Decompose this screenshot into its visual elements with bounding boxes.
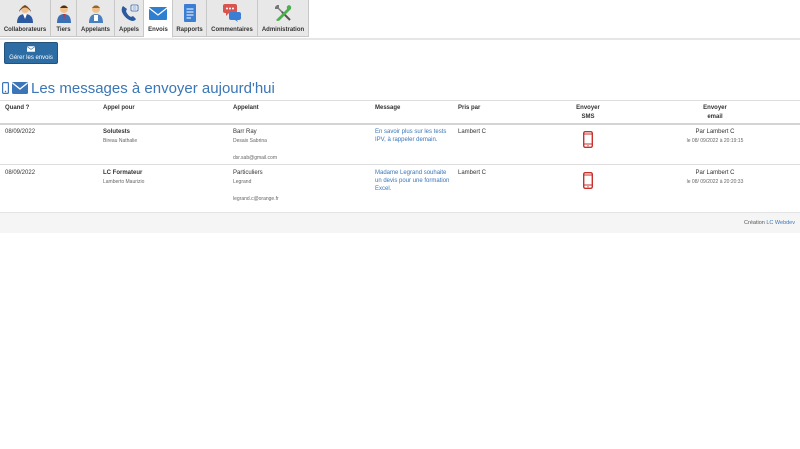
column-header-appel-pour: Appel pour	[103, 105, 135, 111]
cell-quand: 08/09/2022	[5, 170, 36, 176]
tab-tiers[interactable]: Tiers	[51, 0, 77, 37]
column-header-envoyer-sms: Envoyer SMS	[563, 104, 613, 122]
header-line: Envoyer	[576, 105, 600, 111]
cell-pris-par: Lambert C	[458, 170, 487, 176]
tab-collaborateurs[interactable]: Collaborateurs	[0, 0, 51, 37]
person-icon	[56, 5, 71, 23]
cell-message[interactable]: Madame Legrand souhaite un devis pour un…	[375, 169, 449, 193]
tab-envois[interactable]: Envois	[144, 0, 173, 38]
cell-email-date: le 08/ 09/2022 à 20:20:33	[686, 179, 744, 185]
cell-appel-pour: Solutests	[103, 129, 131, 135]
caller-icon	[88, 5, 103, 23]
tab-label: Commentaires	[211, 27, 253, 33]
mobile-icon[interactable]	[583, 172, 593, 189]
manage-sends-button[interactable]: Gérer les envois	[4, 42, 58, 64]
message-line: IPV, à rappeler demain.	[375, 137, 438, 143]
tab-label: Administration	[261, 27, 305, 33]
nav-divider	[0, 38, 800, 40]
tab-appels[interactable]: Appels	[115, 0, 144, 37]
cell-pris-par: Lambert C	[458, 129, 487, 135]
cell-email-sender: Par Lambert C	[695, 129, 735, 135]
cell-appelant: Barr Ray	[233, 129, 257, 135]
header-line: email	[707, 114, 723, 120]
cell-appel-pour: LC Formateur	[103, 170, 143, 176]
users-icon	[17, 5, 33, 23]
page-title-text: Les messages à envoyer aujourd'hui	[31, 79, 275, 97]
column-header-envoyer-email: Envoyer email	[690, 104, 740, 122]
tab-commentaires[interactable]: Commentaires	[207, 0, 258, 37]
message-line: un devis pour une formation	[375, 178, 450, 184]
cell-appelant-email: dsr.sab@gmail.com	[233, 155, 277, 161]
footer-link[interactable]: LC Webdev	[766, 220, 795, 226]
cell-email-date: le 08/ 09/2022 à 20:19:15	[686, 138, 744, 144]
message-line: En savoir plus sur les tests	[375, 129, 447, 135]
cell-appelant-email: legrand.c@orange.fr	[233, 196, 279, 202]
phone-icon	[121, 4, 139, 21]
manage-sends-label: Gérer les envois	[9, 55, 53, 61]
cell-email-sender: Par Lambert C	[695, 170, 735, 176]
cell-appelant-contact: Legrand	[233, 179, 252, 185]
message-line: Madame Legrand souhaite	[375, 170, 447, 176]
tools-icon	[275, 5, 292, 21]
footer-prefix: Création	[744, 220, 765, 226]
cell-appel-pour-contact: Bireau Nathalie	[103, 138, 138, 144]
envelope-icon	[27, 46, 35, 52]
comments-icon	[223, 4, 241, 22]
envelope-icon	[12, 82, 28, 94]
tab-label: Envois	[148, 27, 168, 33]
table-header-divider	[0, 123, 800, 125]
tab-administration[interactable]: Administration	[258, 0, 309, 37]
footer-credit: Création LC Webdev	[744, 220, 795, 226]
document-icon	[183, 4, 196, 22]
tab-rapports[interactable]: Rapports	[173, 0, 207, 37]
table-divider	[0, 164, 800, 165]
mobile-icon[interactable]	[583, 131, 593, 148]
footer: Création LC Webdev	[0, 212, 800, 233]
tab-label: Appelants	[80, 27, 110, 33]
column-header-appelant: Appelant	[233, 105, 259, 111]
mobile-icon	[2, 82, 9, 94]
cell-message[interactable]: En savoir plus sur les tests IPV, à rapp…	[375, 128, 446, 144]
message-line: Excel.	[375, 186, 392, 192]
tab-label: Rapports	[176, 27, 203, 33]
envelope-icon	[148, 7, 168, 20]
cell-appelant-contact: Desaix Sabrina	[233, 138, 267, 144]
tab-label: Collaborateurs	[3, 27, 47, 33]
tab-appelants[interactable]: Appelants	[77, 0, 115, 37]
cell-appel-pour-contact: Lamberto Maurizio	[103, 179, 145, 185]
header-line: SMS	[581, 114, 595, 120]
column-header-quand[interactable]: Quand ?	[5, 104, 29, 113]
column-header-message: Message	[375, 105, 401, 111]
tab-label: Appels	[118, 27, 139, 33]
column-header-pris-par: Pris par	[458, 105, 481, 111]
top-navigation: Collaborateurs Tiers Appelants Appels En…	[0, 0, 800, 39]
page-title: Les messages à envoyer aujourd'hui	[2, 78, 275, 98]
header-line: Envoyer	[703, 105, 727, 111]
cell-appelant: Particuliers	[233, 170, 263, 176]
table-divider	[0, 100, 800, 101]
tab-label: Tiers	[56, 27, 71, 33]
cell-quand: 08/09/2022	[5, 129, 36, 135]
